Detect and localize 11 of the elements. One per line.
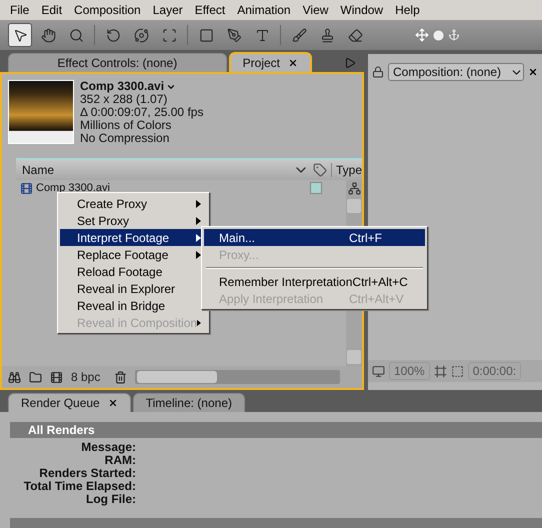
item-name: Comp 3300.avi — [36, 182, 111, 194]
field-label: Log File: — [86, 493, 136, 506]
footage-info-text: Millions of Colors — [80, 119, 172, 132]
field-label: Renders Started: — [39, 467, 136, 480]
footage-info-text: 352 x 288 (1.07) — [80, 93, 168, 106]
field-label: RAM: — [104, 454, 136, 467]
section-header: All Renders — [10, 422, 542, 438]
footage-info-text: Δ 0:00:09:07, 25.00 fps — [80, 106, 204, 119]
footage-info-text: No Compression — [80, 132, 170, 145]
field-label: Message: — [81, 441, 136, 454]
field-label: Total Time Elapsed: — [24, 480, 136, 493]
